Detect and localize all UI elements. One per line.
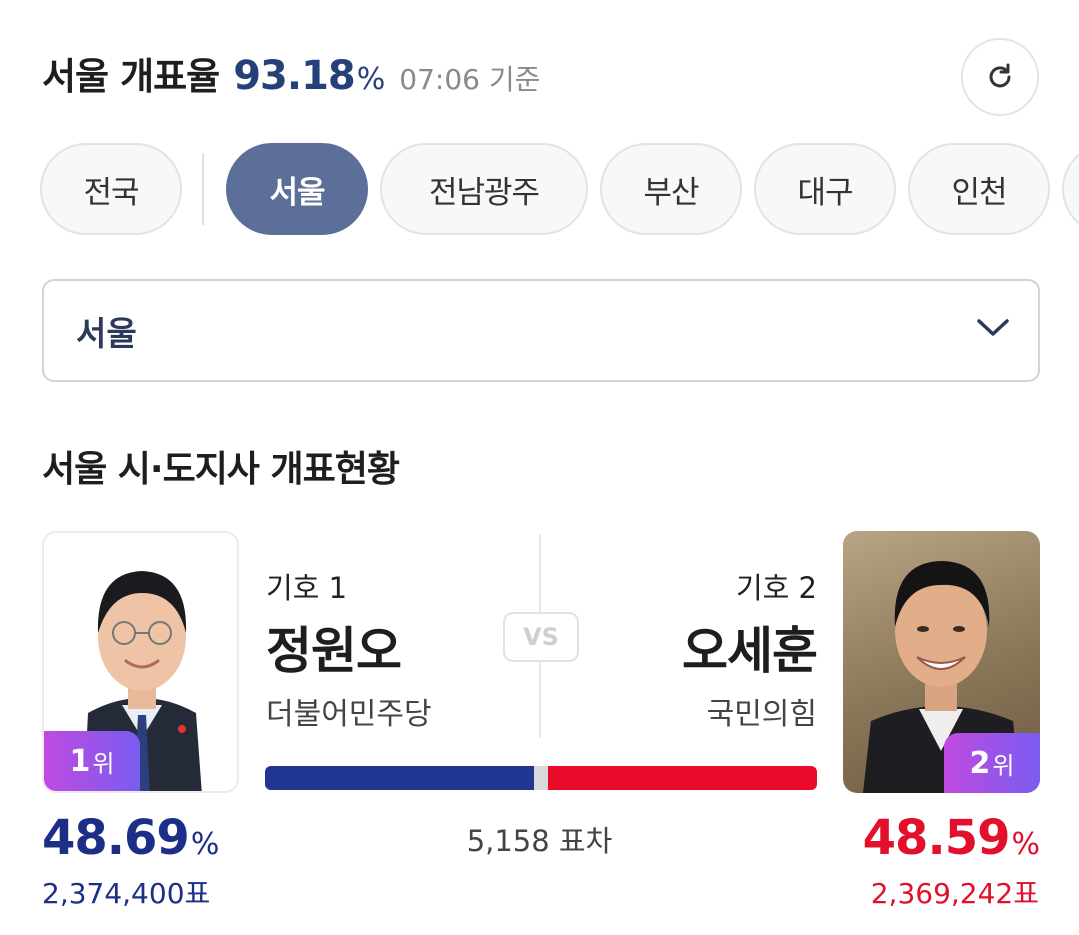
tab-divider — [202, 153, 204, 225]
vote-percent-left-unit: % — [190, 827, 219, 862]
page-header: 서울 개표율 93.18 % 07:06 기준 — [42, 46, 540, 106]
refresh-button[interactable] — [961, 38, 1039, 116]
candidate-name-left[interactable]: 정원오 — [266, 611, 432, 683]
candidate-party-right: 국민의힘 — [706, 697, 817, 732]
vote-share-bar-right — [548, 766, 817, 790]
candidate-photo-left[interactable]: 1위 — [42, 531, 239, 793]
candidate-info-right: 기호 2 오세훈 국민의힘 — [682, 565, 818, 733]
vote-percent-right-value: 48.59 — [862, 810, 1011, 866]
vote-percent-right-unit: % — [1011, 827, 1039, 862]
vote-percent-left-value: 48.69 — [42, 810, 190, 866]
rank-number-right: 2 — [969, 745, 991, 781]
tab-next-partial[interactable] — [1062, 143, 1079, 235]
rank-suffix-left: 위 — [92, 749, 115, 778]
header-label: 개표율 — [120, 55, 220, 98]
counting-rate: 93.18 — [233, 53, 356, 99]
candidate-photo-right[interactable]: 2위 — [843, 531, 1040, 793]
region-tabs: 전국 서울 전남광주 부산 대구 인천 — [40, 143, 1079, 237]
tab-national[interactable]: 전국 — [40, 143, 182, 235]
rank-badge-right: 2위 — [944, 733, 1040, 793]
update-time: 07:06 기준 — [399, 63, 541, 96]
counting-rate-unit: % — [356, 62, 386, 97]
section-title: 서울 시·도지사 개표현황 — [42, 449, 400, 490]
candidate-info-left: 기호 1 정원오 더불어민주당 — [266, 565, 432, 733]
tab-daegu[interactable]: 대구 — [754, 143, 896, 235]
vote-share-bar — [265, 766, 817, 790]
rank-badge-left: 1위 — [44, 731, 140, 791]
vote-count-right: 2,369,242표 — [870, 877, 1039, 910]
region-select[interactable]: 서울 — [42, 279, 1040, 382]
vs-badge: VS — [503, 612, 579, 662]
tab-incheon[interactable]: 인천 — [908, 143, 1050, 235]
candidate-number-right: 기호 2 — [735, 571, 817, 605]
vote-percent-right: 48.59% — [862, 810, 1040, 866]
header-region: 서울 — [42, 55, 109, 98]
candidate-name-right[interactable]: 오세훈 — [682, 611, 818, 683]
vote-count-left: 2,374,400표 — [42, 877, 211, 910]
rank-number-left: 1 — [69, 743, 91, 779]
vote-share-bar-left — [265, 766, 534, 790]
candidate-party-left: 더불어민주당 — [266, 697, 432, 732]
candidate-number-left: 기호 1 — [266, 571, 348, 605]
tab-jeonnam-gwangju[interactable]: 전남광주 — [380, 143, 588, 235]
tab-busan[interactable]: 부산 — [600, 143, 742, 235]
chevron-down-icon — [977, 319, 1009, 336]
tab-seoul[interactable]: 서울 — [226, 143, 368, 235]
rank-suffix-right: 위 — [992, 751, 1015, 780]
region-select-value: 서울 — [76, 313, 137, 353]
refresh-icon — [989, 63, 1011, 88]
vote-percent-left: 48.69% — [42, 810, 219, 866]
